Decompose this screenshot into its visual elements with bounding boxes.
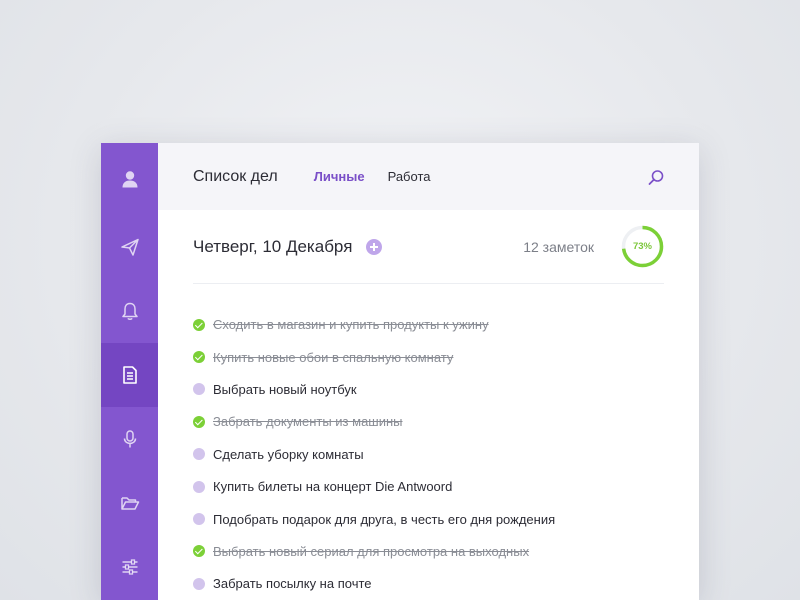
task-pending-dot-icon[interactable]	[193, 383, 205, 396]
task-item[interactable]: Забрать посылку на почте	[193, 568, 664, 600]
sliders-icon	[122, 559, 137, 575]
task-text: Сходить в магазин и купить продукты к уж…	[213, 317, 489, 333]
task-item[interactable]: Забрать документы из машины	[193, 406, 664, 438]
task-text: Забрать посылку на почте	[213, 576, 372, 592]
task-text: Подобрать подарок для друга, в честь его…	[213, 511, 556, 527]
task-done-check-icon[interactable]	[193, 545, 205, 558]
task-item[interactable]: Сходить в магазин и купить продукты к уж…	[193, 308, 664, 340]
task-text: Забрать документы из машины	[213, 414, 403, 430]
document-icon	[122, 366, 137, 384]
task-done-check-icon[interactable]	[193, 351, 205, 364]
task-done-check-icon[interactable]	[193, 318, 205, 331]
sidebar-item-notifications[interactable]	[101, 279, 158, 343]
app-window: Список дел Личные Работа Четверг, 10 Дек…	[101, 143, 699, 600]
task-item[interactable]: Выбрать новый ноутбук	[193, 373, 664, 405]
task-item[interactable]: Купить новые обои в спальную комнату	[193, 341, 664, 373]
task-item[interactable]: Выбрать новый сериал для просмотра на вы…	[193, 535, 664, 567]
tab-work[interactable]: Работа	[388, 169, 431, 184]
microphone-icon	[123, 430, 136, 448]
day-title: Четверг, 10 Декабря	[193, 236, 353, 256]
sidebar-item-notes[interactable]	[101, 343, 158, 407]
task-text: Сделать уборку комнаты	[213, 446, 364, 462]
task-pending-dot-icon[interactable]	[193, 513, 205, 526]
sidebar-item-folders[interactable]	[101, 471, 158, 535]
folder-icon	[120, 497, 139, 510]
notes-count: 12 заметок	[523, 238, 594, 255]
task-pending-dot-icon[interactable]	[193, 577, 205, 590]
task-text: Выбрать новый сериал для просмотра на вы…	[213, 543, 530, 559]
task-text: Выбрать новый ноутбук	[213, 381, 357, 397]
progress-label: 73%	[632, 241, 652, 253]
task-text: Купить новые обои в спальную комнату	[213, 349, 454, 365]
task-item[interactable]: Подобрать подарок для друга, в честь его…	[193, 503, 664, 535]
task-item[interactable]: Сделать уборку комнаты	[193, 438, 664, 470]
task-done-check-icon[interactable]	[193, 415, 205, 428]
main-panel: Список дел Личные Работа Четверг, 10 Дек…	[158, 143, 699, 600]
send-icon	[120, 238, 139, 256]
day-header: Четверг, 10 Декабря 12 заметок 73%	[193, 210, 664, 285]
task-item[interactable]: Купить билеты на концерт Die Antwoord	[193, 470, 664, 502]
sidebar-item-profile[interactable]	[101, 143, 158, 215]
sidebar-item-settings[interactable]	[101, 535, 158, 599]
search-icon[interactable]	[647, 169, 665, 187]
task-pending-dot-icon[interactable]	[193, 480, 205, 493]
sidebar	[101, 143, 158, 600]
user-icon	[122, 171, 137, 188]
sidebar-item-voice[interactable]	[101, 407, 158, 471]
tab-personal[interactable]: Личные	[314, 169, 365, 184]
add-task-button[interactable]	[366, 238, 383, 255]
sidebar-item-send[interactable]	[101, 215, 158, 279]
app-title: Список дел	[193, 167, 278, 185]
task-text: Купить билеты на концерт Die Antwoord	[213, 479, 453, 495]
bell-icon	[121, 302, 138, 320]
content-area: Четверг, 10 Декабря 12 заметок 73% Сходи…	[158, 210, 699, 600]
top-bar: Список дел Личные Работа	[158, 143, 699, 211]
task-pending-dot-icon[interactable]	[193, 448, 205, 461]
task-list: Сходить в магазин и купить продукты к уж…	[193, 284, 664, 600]
